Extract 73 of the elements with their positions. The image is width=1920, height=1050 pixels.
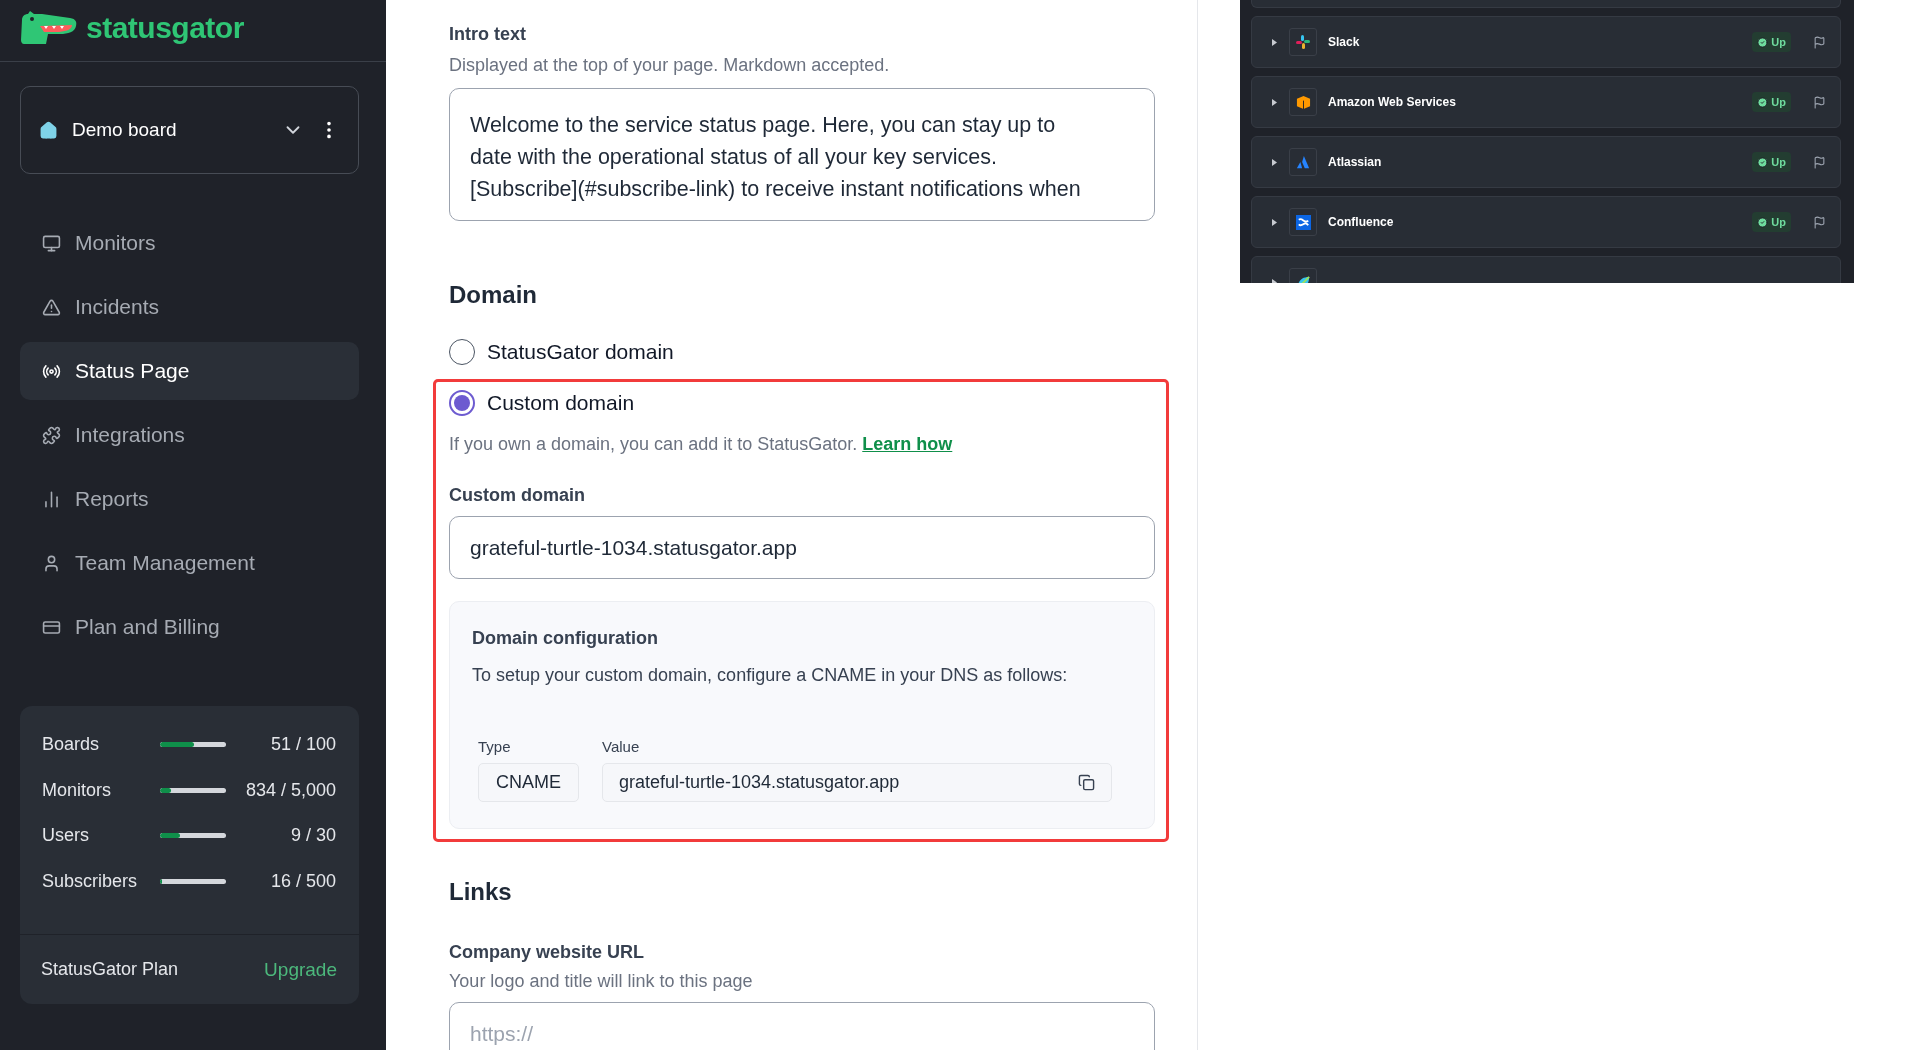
field-hint: Your logo and title will link to this page: [449, 971, 754, 992]
check-icon: [1757, 36, 1769, 48]
radio-label[interactable]: StatusGator domain: [487, 340, 674, 364]
usage-label: Subscribers: [42, 870, 139, 892]
slack-logo-icon: [1295, 34, 1311, 50]
flag-icon[interactable]: [1813, 155, 1826, 169]
usage-value: 16 / 500: [269, 870, 336, 892]
status-badge: Up: [1752, 212, 1791, 232]
plan-label: StatusGator Plan: [41, 959, 179, 980]
nav-item[interactable]: Team Management: [20, 534, 359, 592]
service-row[interactable]: Amazon Web Services Up: [1251, 76, 1841, 128]
home-icon: [39, 120, 58, 140]
radio-button[interactable]: [449, 339, 475, 365]
status-badge: Up: [1752, 32, 1791, 52]
usage-label: Boards: [42, 734, 101, 756]
board-selector[interactable]: Demo board: [20, 86, 359, 174]
radio-button[interactable]: [449, 390, 475, 416]
flag-icon[interactable]: [1813, 35, 1826, 49]
record-value-field[interactable]: grateful-turtle-1034.statusgator.app: [602, 763, 1112, 802]
nav-item[interactable]: Status Page: [20, 342, 359, 400]
field-label: Custom domain: [449, 485, 586, 506]
gator-logo-icon: [20, 9, 78, 46]
column-label: Type: [478, 738, 512, 755]
flag-icon[interactable]: [1813, 95, 1826, 109]
status-badge: Up: [1752, 152, 1791, 172]
monitor-icon: [42, 233, 61, 253]
service-name: Atlassian: [1328, 155, 1383, 169]
intro-text-field[interactable]: Welcome to the service status page. Here, you can stay up to date with the operational status of all your key services. [Subscribe](#subscribe-link) to receive instant notifications when: [449, 88, 1155, 221]
service-row[interactable]: Atlassian Up: [1251, 136, 1841, 188]
check-icon: [1757, 156, 1769, 168]
service-name: Confluence: [1328, 215, 1395, 229]
user-icon: [42, 553, 61, 573]
status-badge: Up: [1752, 92, 1791, 112]
nav-item[interactable]: Integrations: [20, 406, 359, 464]
bar-chart-icon: [42, 489, 61, 509]
service-row[interactable]: Confluence Up: [1251, 196, 1841, 248]
domain-input[interactable]: grateful-turtle-1034.statusgator.app: [449, 516, 1155, 579]
section-heading: Domain: [449, 281, 538, 309]
check-icon: [1757, 96, 1769, 108]
usage-value: 9 / 30: [289, 825, 336, 847]
triangle-logo-icon: [1296, 155, 1310, 169]
website-url-field[interactable]: https://: [449, 1002, 1155, 1050]
copy-icon[interactable]: [1078, 774, 1095, 791]
help-text: If you own a domain, you can add it to StatusGator. Learn how: [449, 434, 954, 455]
brand-name: statusgator: [86, 10, 244, 45]
field-label: Company website URL: [449, 942, 646, 963]
usage-value: 834 / 5,000: [244, 779, 336, 801]
config-text: To setup your custom domain, configure a CNAME in your DNS as follows:: [472, 665, 1069, 686]
learn-link[interactable]: Learn how: [862, 434, 953, 454]
usage-label: Monitors: [42, 779, 113, 801]
puzzle-icon: [42, 425, 61, 445]
service-row[interactable]: Slack Up: [1251, 16, 1841, 68]
upgrade-link[interactable]: Upgrade: [264, 958, 337, 981]
service-name: Amazon Web Services: [1328, 95, 1457, 109]
usage-label: Users: [42, 825, 90, 847]
field-label: Intro text: [449, 24, 527, 45]
cube-icon: [1295, 94, 1311, 110]
warning-icon: [42, 297, 61, 317]
cross-logo-icon: [1295, 214, 1311, 230]
nav-item[interactable]: Reports: [20, 470, 359, 528]
section-heading: Links: [449, 878, 513, 906]
record-type: CNAME: [478, 763, 579, 802]
field-hint: Displayed at the top of your page. Markdown accepted.: [449, 55, 891, 76]
nav-item[interactable]: Plan and Billing: [20, 598, 359, 656]
usage-value: 51 / 100: [269, 734, 336, 756]
column-label: Value: [602, 738, 641, 755]
nav-item[interactable]: Incidents: [20, 278, 359, 336]
service-name: Slack: [1328, 35, 1361, 49]
flag-icon[interactable]: [1813, 215, 1826, 229]
config-title: Domain configuration: [472, 628, 659, 649]
radio-label[interactable]: Custom domain: [487, 391, 635, 415]
nav-item[interactable]: Monitors: [20, 214, 359, 272]
check-icon: [1757, 216, 1769, 228]
